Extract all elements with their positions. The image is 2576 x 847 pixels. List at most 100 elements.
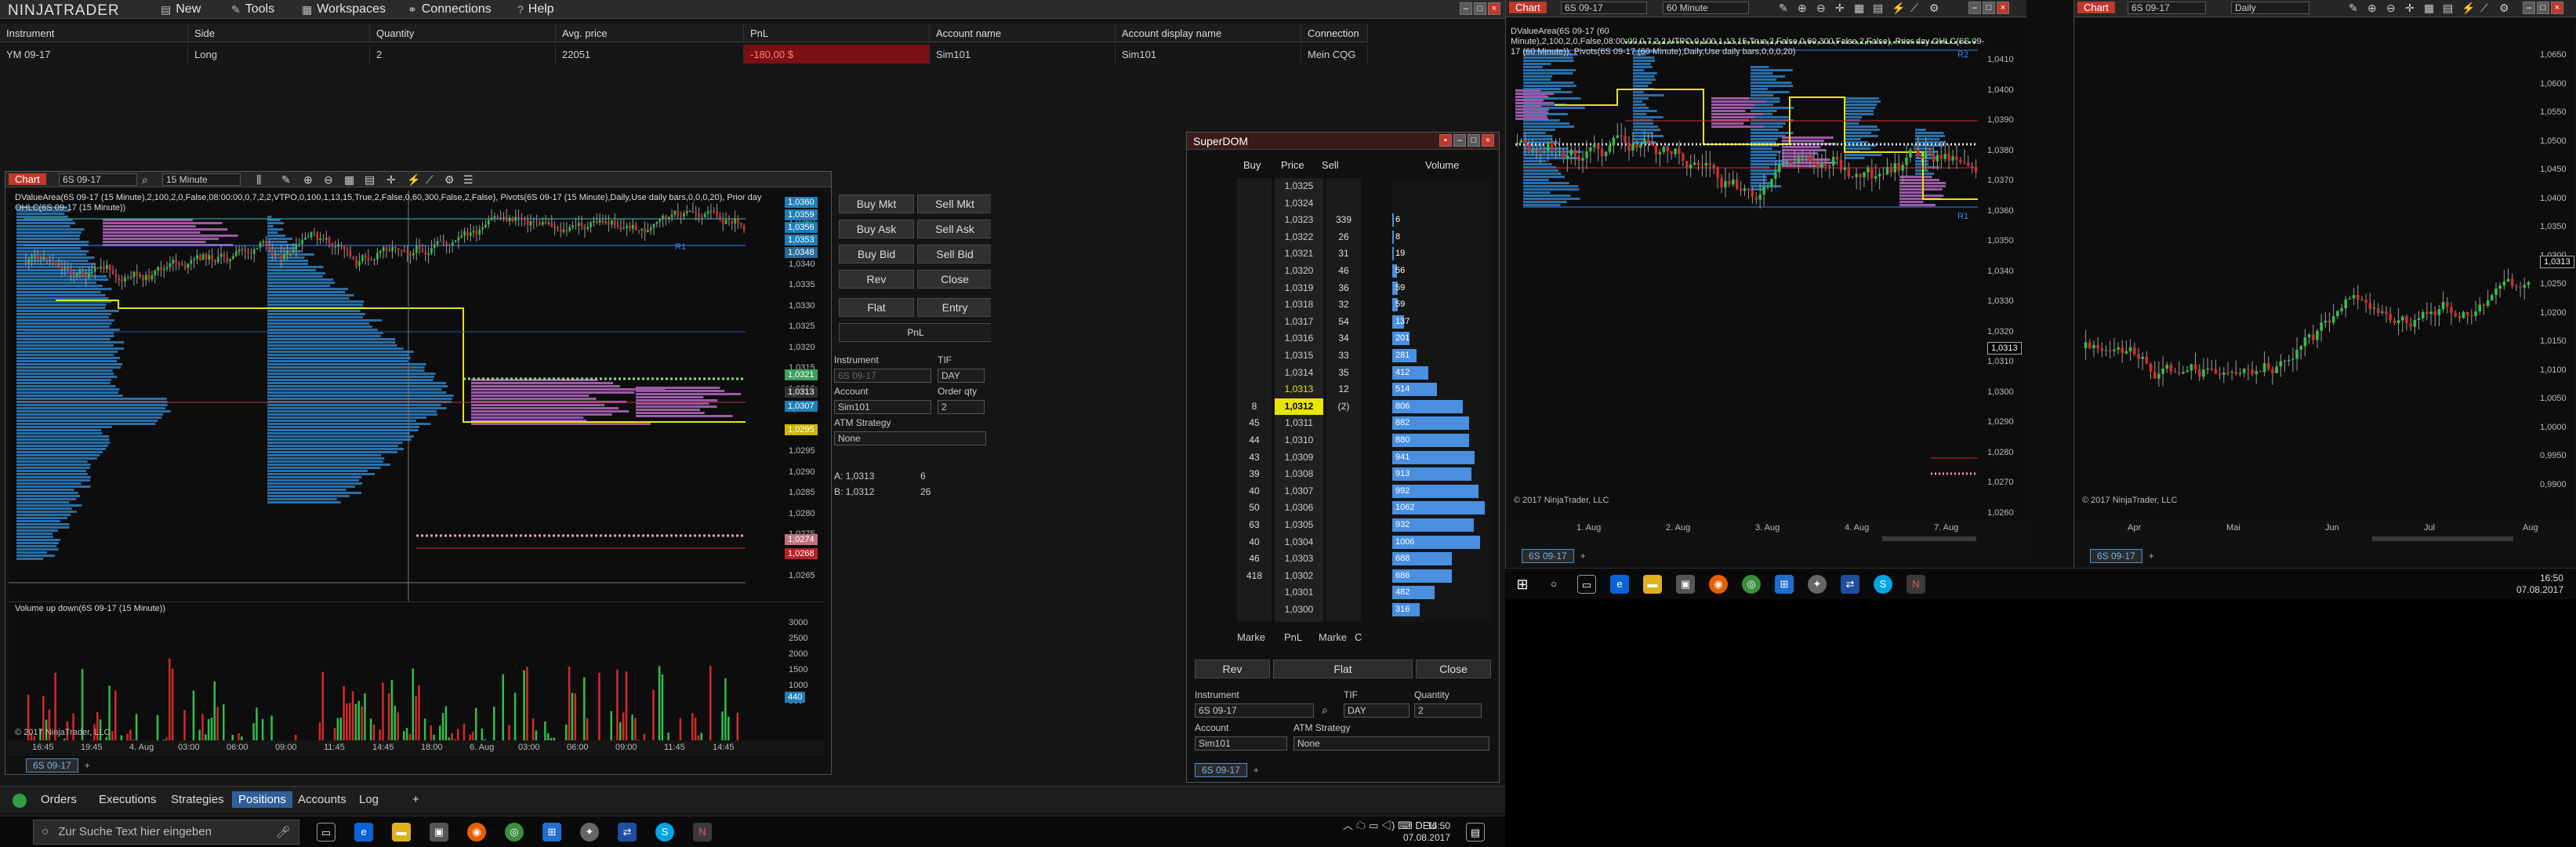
tab-positions[interactable]: Positions: [232, 791, 292, 808]
draw-icon[interactable]: ✎: [1779, 2, 1788, 15]
teamviewer-icon[interactable]: ⇄: [1841, 575, 1859, 594]
properties-icon[interactable]: ⚙: [444, 173, 455, 187]
taskbar-clock[interactable]: 16:50 07.08.2017: [2509, 573, 2563, 596]
close-button[interactable]: ×: [1997, 2, 2009, 14]
data-box-icon[interactable]: ▤: [1873, 2, 1883, 15]
price-panel[interactable]: DValueArea(6S 09-17 (60 Minute),2,100,2,…: [1508, 19, 2025, 521]
microphone-icon[interactable]: 🎤︎: [276, 825, 291, 839]
instrument-selector[interactable]: 6S 09-17: [1561, 2, 1647, 14]
market-sell-button[interactable]: Marke: [1319, 631, 1347, 643]
flat-button[interactable]: Flat: [1273, 660, 1413, 678]
tab-strategies[interactable]: Strategies: [171, 793, 224, 806]
instrument-selector[interactable]: 6S 09-17: [59, 173, 137, 186]
teamviewer-icon[interactable]: ⇄: [618, 823, 637, 842]
strategy-icon[interactable]: ⚡: [407, 173, 420, 187]
dom-row[interactable]: 40 1,0304 1006: [1237, 534, 1491, 551]
data-box-icon[interactable]: ▤: [365, 173, 375, 187]
horizontal-scrollbar[interactable]: [1882, 536, 1976, 541]
market-buy-button[interactable]: Marke: [1237, 631, 1265, 643]
edge-icon[interactable]: e: [1610, 575, 1629, 594]
close-button[interactable]: ×: [2551, 2, 2563, 14]
zoom-in-icon[interactable]: ⊕: [1798, 2, 1807, 15]
maximize-button[interactable]: □: [1468, 134, 1480, 147]
firefox-icon[interactable]: ◉: [1709, 575, 1728, 594]
close-button[interactable]: ×: [1488, 2, 1500, 15]
col-header[interactable]: Avg. price: [556, 24, 744, 42]
close-link-button[interactable]: ▪: [1439, 134, 1452, 147]
col-header[interactable]: Instrument: [0, 24, 188, 42]
menu-help[interactable]: ? Help: [517, 2, 554, 16]
table-row[interactable]: YM 09-17 Long 2 22051 -180,00 $ Sim101 S…: [0, 45, 1368, 64]
minimize-button[interactable]: –: [2523, 2, 2535, 14]
reverse-button[interactable]: Rev: [1195, 660, 1270, 678]
zoom-out-icon[interactable]: ⊖: [2386, 2, 2396, 15]
horizontal-scrollbar[interactable]: [2372, 536, 2513, 541]
tab-6s-09-17[interactable]: 6S 09-17: [1522, 549, 1574, 563]
minimize-button[interactable]: –: [1460, 2, 1472, 15]
atm-select[interactable]: None: [1293, 736, 1489, 751]
crosshair-icon[interactable]: ✛: [2405, 2, 2415, 15]
grid-icon[interactable]: ▦: [344, 173, 354, 187]
entry-button[interactable]: Entry: [917, 298, 991, 317]
buy-market-button[interactable]: Buy Mkt: [839, 194, 914, 213]
flat-button[interactable]: Flat: [839, 298, 914, 317]
indicator-icon[interactable]: ⟋: [2480, 2, 2488, 15]
dom-row[interactable]: 1,0325: [1237, 178, 1491, 195]
firefox-icon[interactable]: ◉: [467, 823, 486, 842]
taskbar-clock[interactable]: 16:50 07.08.2017: [1395, 820, 1450, 844]
interval-selector[interactable]: 60 Minute: [1663, 2, 1749, 14]
zoom-in-icon[interactable]: ⊕: [2367, 2, 2377, 15]
account-select[interactable]: Sim101: [1195, 736, 1287, 751]
dom-row[interactable]: 50 1,0306 1062: [1237, 500, 1491, 517]
close-button[interactable]: ×: [1482, 134, 1494, 147]
zoom-in-icon[interactable]: ⊕: [303, 173, 313, 187]
search-icon[interactable]: ⌕: [1322, 703, 1328, 717]
menu-workspaces[interactable]: ▦ Workspaces: [302, 2, 386, 16]
account-select[interactable]: Sim101: [834, 400, 931, 414]
dom-row[interactable]: 1,0317 54 137: [1237, 314, 1491, 331]
dom-row[interactable]: 1,0315 33 281: [1237, 347, 1491, 365]
dom-row[interactable]: 40 1,0307 992: [1237, 483, 1491, 500]
quantity-stepper[interactable]: 2: [938, 400, 985, 414]
dom-row[interactable]: 418 1,0302 686: [1237, 568, 1491, 585]
buy-bid-button[interactable]: Buy Bid: [839, 245, 914, 264]
windows-start-icon[interactable]: ⊞: [1513, 575, 1532, 594]
dom-row[interactable]: 1,0321 31 19: [1237, 245, 1491, 263]
sell-ask-button[interactable]: Sell Ask: [917, 220, 991, 238]
tab-6s-09-17[interactable]: 6S 09-17: [1195, 763, 1247, 777]
buy-ask-button[interactable]: Buy Ask: [839, 220, 914, 238]
tab-accounts[interactable]: Accounts: [298, 793, 346, 806]
dom-row[interactable]: 1,0318 32 59: [1237, 296, 1491, 314]
instrument-field[interactable]: 6S 09-17: [834, 369, 931, 383]
dom-row[interactable]: 1,0300 316: [1237, 602, 1491, 619]
indicator-icon[interactable]: ⟋: [1910, 2, 1918, 15]
bird-app-icon[interactable]: ✦: [1808, 575, 1827, 594]
col-header[interactable]: Quantity: [370, 24, 556, 42]
volume-panel[interactable]: Volume up down(6S 09-17 (15 Minute)) 300…: [9, 602, 824, 758]
dom-row[interactable]: 1,0314 35 412: [1237, 365, 1491, 382]
properties-icon[interactable]: ⚙: [1929, 2, 1939, 15]
zoom-out-icon[interactable]: ⊖: [324, 173, 333, 187]
col-header[interactable]: Account name: [930, 24, 1116, 42]
chrome-icon[interactable]: ◎: [505, 823, 524, 842]
menu-tools[interactable]: ✎ Tools: [231, 2, 274, 16]
dom-row[interactable]: 63 1,0305 932: [1237, 517, 1491, 534]
dom-row[interactable]: 45 1,0311 882: [1237, 415, 1491, 432]
grid-icon[interactable]: ▦: [1854, 2, 1864, 15]
maximize-button[interactable]: □: [2537, 2, 2549, 14]
task-view-icon[interactable]: ▭: [1577, 575, 1596, 594]
ninjatrader-icon[interactable]: N: [693, 823, 712, 842]
dom-row[interactable]: 1,0301 482: [1237, 584, 1491, 602]
tab-log[interactable]: Log: [359, 793, 379, 806]
explorer-icon[interactable]: ▬: [1643, 575, 1662, 594]
dom-row[interactable]: 1,0324: [1237, 195, 1491, 213]
price-panel[interactable]: 1,0650 1,0600 1,0550 1,0500 1,0450 1,0400 1,03…: [2076, 19, 2574, 521]
taskbar-search-input[interactable]: ○ Zur Suche Text hier eingeben 🎤︎: [33, 820, 299, 845]
sell-bid-button[interactable]: Sell Bid: [917, 245, 991, 264]
atm-select[interactable]: None: [834, 431, 986, 445]
ninjatrader-icon[interactable]: N: [1907, 575, 1925, 594]
col-header[interactable]: Account display name: [1116, 24, 1301, 42]
dom-row[interactable]: 39 1,0308 913: [1237, 466, 1491, 483]
properties-icon[interactable]: ⚙: [2499, 2, 2509, 15]
app-icon[interactable]: ⊞: [1775, 575, 1794, 594]
